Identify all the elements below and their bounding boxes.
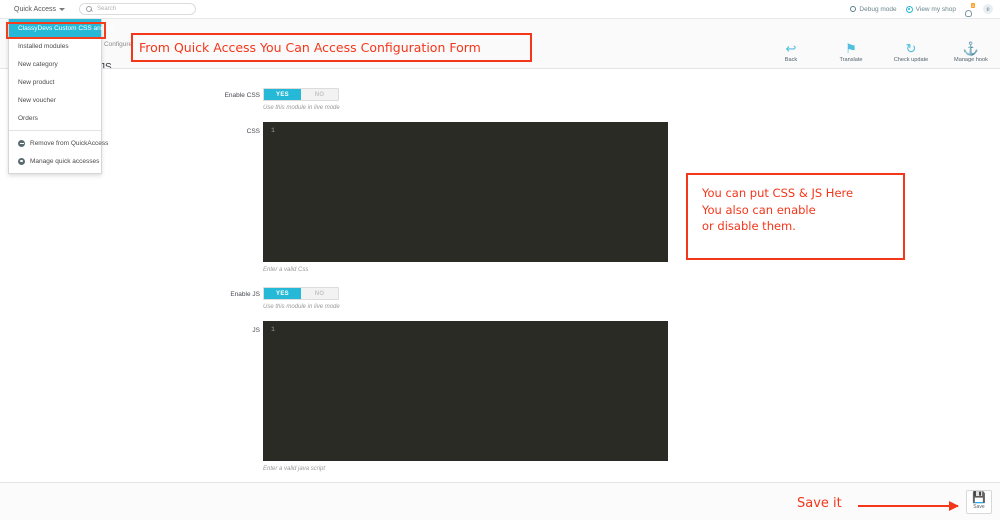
top-right-actions: Debug mode View my shop 0 e bbox=[850, 3, 1000, 17]
enable-js-yes-option[interactable]: YES bbox=[264, 288, 301, 299]
quick-access-wrapper: Quick Access bbox=[10, 4, 69, 15]
annotation-editor-line2: You also can enable bbox=[702, 202, 816, 217]
admin-page: Quick Access Search Debug mode View my s… bbox=[0, 0, 1000, 520]
manage-quick-accesses-label: Manage quick accesses bbox=[30, 157, 100, 165]
enable-css-toggle[interactable]: YES NO bbox=[263, 88, 339, 101]
quick-access-dropdown: ClassyDevs Custom CSS and JS Installed m… bbox=[8, 19, 114, 174]
quick-access-item-new-product[interactable]: New product bbox=[9, 73, 101, 91]
gear-icon bbox=[18, 157, 25, 165]
manage-quick-accesses-button[interactable]: Manage quick accesses bbox=[9, 152, 101, 170]
enable-js-label: Enable JS bbox=[230, 291, 260, 298]
anchor-icon: ⚓ bbox=[962, 41, 980, 56]
manage-hook-button[interactable]: ⚓ Manage hook bbox=[948, 41, 994, 63]
annotation-save-text: Save it bbox=[797, 496, 842, 511]
save-button[interactable]: 💾 Save bbox=[966, 490, 992, 514]
quick-access-button[interactable]: Quick Access bbox=[10, 4, 69, 15]
js-editor-line-number: 1 bbox=[271, 326, 275, 333]
annotation-editor-line1: You can put CSS & JS Here bbox=[702, 186, 854, 200]
manage-hook-label: Manage hook bbox=[954, 57, 988, 63]
enable-js-no-option[interactable]: NO bbox=[301, 288, 338, 299]
js-field-label: JS bbox=[252, 327, 260, 334]
css-field-hint: Enter a valid Css bbox=[263, 267, 309, 273]
quick-access-item-installed-modules[interactable]: Installed modules bbox=[9, 37, 101, 55]
back-button[interactable]: ↩ Back bbox=[768, 41, 814, 63]
quick-access-item-classydevs[interactable]: ClassyDevs Custom CSS and JS bbox=[9, 19, 114, 37]
remove-from-quickaccess-label: Remove from QuickAccess bbox=[30, 139, 109, 147]
annotation-editor-line3: or disable them. bbox=[702, 219, 796, 233]
js-editor-gutter bbox=[263, 321, 276, 461]
view-my-shop-label: View my shop bbox=[915, 5, 956, 13]
check-update-button[interactable]: ↻ Check update bbox=[888, 41, 934, 63]
flag-icon: ⚑ bbox=[845, 41, 857, 56]
remove-from-quickaccess-button[interactable]: Remove from QuickAccess bbox=[9, 134, 108, 152]
css-editor-gutter bbox=[263, 122, 276, 262]
debug-mode-button[interactable]: Debug mode bbox=[850, 5, 897, 13]
breadcrumb: › Configure bbox=[100, 41, 133, 48]
search-input[interactable]: Search bbox=[79, 3, 197, 15]
back-label: Back bbox=[784, 57, 798, 63]
view-my-shop-link[interactable]: View my shop bbox=[905, 5, 956, 13]
annotation-quick-access: From Quick Access You Can Access Configu… bbox=[131, 33, 532, 62]
translate-button[interactable]: ⚑ Translate bbox=[828, 41, 874, 63]
notification-badge: 0 bbox=[970, 3, 975, 8]
enable-css-label: Enable CSS bbox=[224, 92, 260, 99]
annotation-save-arrow bbox=[858, 501, 959, 511]
divider bbox=[9, 130, 101, 131]
enable-css-hint: Use this module in live mode bbox=[263, 105, 340, 111]
page-header-toolbar: ↩ Back ⚑ Translate ↻ Check update ⚓ Mana… bbox=[768, 41, 994, 63]
configuration-panel: Enable CSS YES NO Use this module in liv… bbox=[0, 68, 1000, 482]
quick-access-item-new-voucher[interactable]: New voucher bbox=[9, 91, 101, 109]
top-header-bar: Quick Access Search Debug mode View my s… bbox=[0, 0, 1000, 19]
enable-css-no-option[interactable]: NO bbox=[301, 89, 338, 100]
eye-icon bbox=[905, 5, 913, 13]
js-code-editor[interactable]: 1 bbox=[263, 321, 668, 461]
bell-icon bbox=[965, 10, 972, 17]
js-field-hint: Enter a valid java script bbox=[263, 466, 326, 472]
css-code-editor[interactable]: 1 bbox=[263, 122, 668, 262]
search-placeholder: Search bbox=[97, 6, 117, 12]
gear-icon bbox=[850, 6, 857, 12]
search-icon bbox=[86, 6, 93, 12]
quick-access-item-orders[interactable]: Orders bbox=[9, 109, 101, 127]
save-button-label: Save bbox=[973, 504, 985, 510]
avatar[interactable]: e bbox=[983, 4, 993, 14]
debug-mode-label: Debug mode bbox=[859, 5, 897, 13]
notifications-button[interactable]: 0 bbox=[965, 3, 975, 17]
css-editor-line-number: 1 bbox=[271, 127, 275, 134]
panel-footer: 💾 Save bbox=[0, 482, 1000, 520]
minus-circle-icon bbox=[18, 139, 25, 147]
check-update-label: Check update bbox=[893, 57, 929, 63]
annotation-editor: You can put CSS & JS Here You also can e… bbox=[686, 173, 905, 260]
annotation-quick-access-text: From Quick Access You Can Access Configu… bbox=[139, 40, 481, 55]
refresh-icon: ↻ bbox=[905, 41, 917, 56]
quick-access-label: Quick Access bbox=[14, 5, 57, 13]
chevron-down-icon bbox=[59, 7, 66, 11]
floppy-disk-icon: 💾 bbox=[972, 492, 986, 504]
enable-js-toggle[interactable]: YES NO bbox=[263, 287, 339, 300]
enable-css-yes-option[interactable]: YES bbox=[264, 89, 301, 100]
enable-js-hint: Use this module in live mode bbox=[263, 304, 340, 310]
translate-label: Translate bbox=[839, 57, 863, 63]
quick-access-item-new-category[interactable]: New category bbox=[9, 55, 101, 73]
css-field-label: CSS bbox=[246, 128, 260, 135]
back-arrow-icon: ↩ bbox=[785, 41, 797, 56]
